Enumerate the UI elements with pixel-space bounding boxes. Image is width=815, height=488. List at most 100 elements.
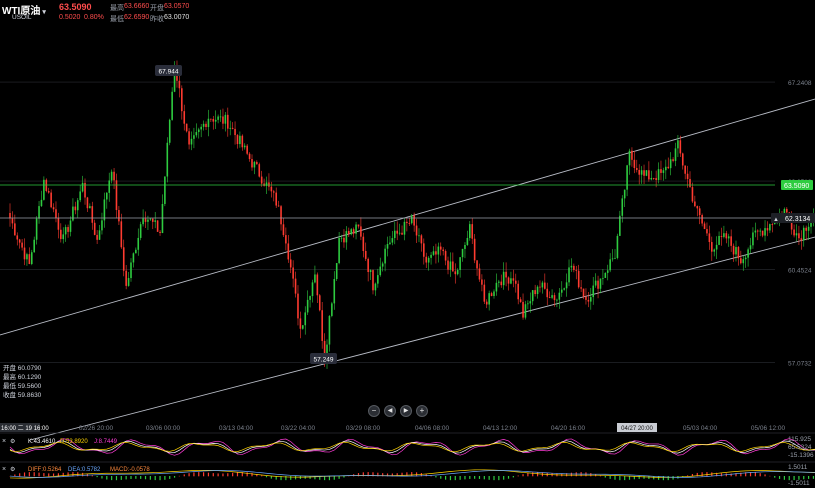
- candle-body: [500, 281, 503, 286]
- candle-body: [681, 153, 684, 166]
- zoom-in-button[interactable]: +: [416, 405, 428, 417]
- ohlc-box: 开盘 60.0790 最高 60.1290 最低 59.5600 收盘 59.8…: [3, 364, 41, 400]
- candle-body: [89, 206, 91, 209]
- candle-body: [418, 235, 420, 237]
- candle-body: [505, 271, 507, 278]
- candle-body: [706, 229, 708, 234]
- macd-bar: [120, 476, 122, 480]
- candle-body: [348, 231, 350, 235]
- candle-body: [340, 237, 343, 239]
- candle-body: [761, 230, 764, 236]
- candle-body: [577, 270, 580, 288]
- candle-body: [570, 265, 573, 268]
- candle-body: [178, 80, 181, 89]
- candle-body: [35, 218, 38, 240]
- candle-body: [374, 283, 377, 291]
- zoom-out-button[interactable]: −: [368, 405, 380, 417]
- candle-body: [272, 191, 275, 193]
- kdj-d-label: D:53.8920: [60, 439, 88, 445]
- time-axis-label: 03/06 00:00: [146, 425, 181, 432]
- kdj-axis-label: -15.1396: [788, 452, 814, 459]
- candle-body: [517, 283, 519, 300]
- macd-bar: [140, 476, 142, 479]
- candle-body: [807, 226, 810, 231]
- candle-body: [672, 159, 674, 161]
- candle-body: [335, 263, 338, 280]
- candle-body: [21, 242, 23, 248]
- candle-body: [483, 284, 486, 302]
- candle-body: [212, 118, 215, 122]
- price-axis-label: 67.2408: [788, 80, 812, 87]
- candle-body: [679, 140, 682, 154]
- candle-body: [343, 237, 345, 243]
- macd-bar: [203, 472, 205, 477]
- candle-body: [389, 242, 391, 245]
- candle-body: [490, 293, 493, 297]
- candle-body: [735, 247, 737, 255]
- candle-body: [318, 295, 321, 311]
- candle-body: [231, 127, 234, 129]
- macd-bar: [309, 476, 311, 479]
- candle-body: [548, 297, 551, 298]
- candle-body: [539, 286, 541, 288]
- macd-bar: [778, 476, 781, 479]
- candle-body: [643, 170, 645, 176]
- candle-body: [631, 150, 633, 160]
- scroll-left-button[interactable]: ◀: [384, 405, 396, 417]
- candle-body: [62, 234, 65, 240]
- candle-body: [23, 247, 26, 260]
- candle-body: [696, 206, 699, 209]
- candle-body: [514, 280, 517, 284]
- candle-body: [616, 235, 619, 258]
- macd-bar: [648, 476, 650, 479]
- candle-body: [45, 179, 48, 191]
- time-axis-label: 03/22 04:00: [281, 425, 316, 432]
- candle-body: [507, 277, 510, 284]
- candle-body: [135, 249, 137, 254]
- candle-body: [621, 198, 624, 216]
- candle-body: [246, 145, 248, 154]
- candle-body: [698, 208, 701, 216]
- candle-body: [321, 310, 323, 341]
- candle-body: [560, 289, 563, 293]
- macd-bar: [232, 472, 234, 477]
- price-axis-label: 57.0732: [788, 361, 812, 368]
- candle-body: [217, 116, 219, 120]
- macd-bar: [251, 472, 253, 477]
- candle-body: [556, 299, 558, 301]
- candle-body: [355, 224, 357, 234]
- gear-icon: ⚙: [10, 438, 15, 445]
- candle-body: [55, 209, 57, 218]
- macd-bar: [774, 476, 776, 478]
- candle-body: [590, 297, 592, 302]
- candle-body: [101, 220, 103, 231]
- macd-dea-label: DEA:0.5782: [68, 467, 101, 473]
- candle-body: [81, 182, 84, 192]
- macd-bar: [469, 476, 471, 479]
- candle-body: [16, 235, 19, 240]
- candle-body: [430, 254, 432, 258]
- candle-body: [243, 145, 246, 148]
- prev-close-value: 63.0070: [164, 14, 190, 21]
- candle-body: [498, 281, 500, 283]
- candle-body: [205, 123, 207, 128]
- candle-body: [720, 235, 723, 237]
- high-value: 63.6660: [124, 3, 150, 10]
- candle-body: [398, 232, 401, 234]
- candle-body: [193, 135, 195, 139]
- candle-body: [423, 243, 425, 257]
- macd-bar: [614, 476, 616, 480]
- scroll-right-button[interactable]: ▶: [400, 405, 412, 417]
- candle-body: [531, 290, 534, 302]
- macd-bar: [783, 476, 785, 480]
- candle-body: [662, 170, 665, 173]
- candle-body: [493, 291, 495, 297]
- candle-body: [241, 135, 244, 148]
- candle-body: [558, 292, 561, 300]
- candle-body: [40, 199, 43, 207]
- candle-body: [594, 280, 597, 286]
- macd-bar: [445, 476, 447, 480]
- candle-body: [377, 275, 379, 284]
- candle-body: [33, 239, 35, 253]
- candle-body: [575, 270, 578, 271]
